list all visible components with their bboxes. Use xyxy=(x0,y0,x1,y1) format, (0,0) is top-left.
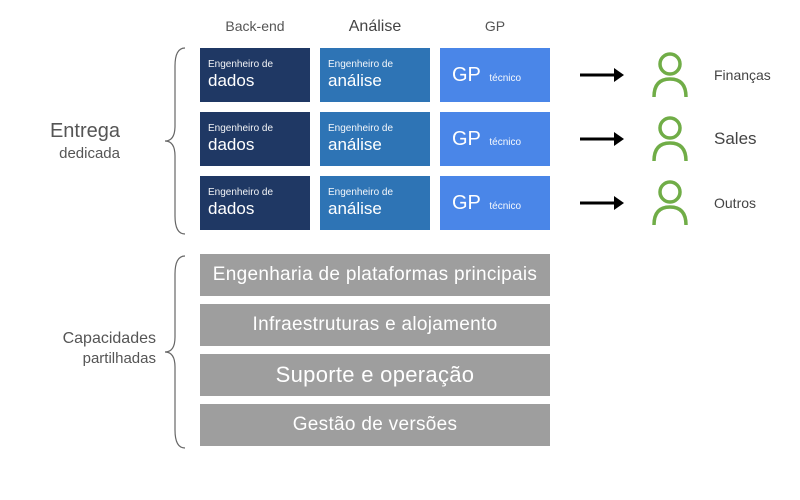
team-row: Engenheiro de dados Engenheiro de anális… xyxy=(200,112,771,166)
shared-capabilities: Engenharia de plataformas principais Inf… xyxy=(200,254,550,446)
brace-shared-icon xyxy=(160,254,190,450)
team-box-pm: GP técnico xyxy=(440,48,550,102)
team-box-analysis: Engenheiro de análise xyxy=(320,176,430,230)
team-box-subtitle: Engenheiro de xyxy=(328,123,422,134)
stakeholder-label: Finanças xyxy=(714,67,771,83)
shared-bar: Suporte e operação xyxy=(200,354,550,396)
team-box-title: análise xyxy=(328,135,422,155)
section-label-dedicated-line2: dedicada xyxy=(10,145,120,162)
team-box-analysis: Engenheiro de análise xyxy=(320,48,430,102)
person-icon xyxy=(650,51,690,99)
column-header-backend: Back-end xyxy=(200,18,310,36)
section-label-dedicated-line1: Entrega xyxy=(10,120,120,143)
team-box-title: GP xyxy=(452,128,481,151)
team-box-subtitle: técnico xyxy=(489,201,521,212)
team-row: Engenheiro de dados Engenheiro de anális… xyxy=(200,48,771,102)
team-box-subtitle: Engenheiro de xyxy=(208,123,302,134)
team-box-analysis: Engenheiro de análise xyxy=(320,112,430,166)
column-headers: Back-end Análise GP xyxy=(200,18,550,36)
team-grid: Engenheiro de dados Engenheiro de anális… xyxy=(200,48,771,230)
team-box-pm: GP técnico xyxy=(440,112,550,166)
team-box-backend: Engenheiro de dados xyxy=(200,112,310,166)
team-box-subtitle: Engenheiro de xyxy=(328,59,422,70)
column-header-pm: GP xyxy=(440,18,550,36)
person-icon xyxy=(650,179,690,227)
shared-bar: Infraestruturas e alojamento xyxy=(200,304,550,346)
team-box-backend: Engenheiro de dados xyxy=(200,48,310,102)
brace-dedicated-icon xyxy=(160,46,190,236)
section-label-dedicated: Entrega dedicada xyxy=(10,120,120,162)
section-label-shared-line1: Capacidades xyxy=(10,330,156,348)
team-box-title: análise xyxy=(328,199,422,219)
arrow-icon xyxy=(580,194,624,212)
team-box-pm: GP técnico xyxy=(440,176,550,230)
team-box-subtitle: Engenheiro de xyxy=(208,59,302,70)
team-box-subtitle: Engenheiro de xyxy=(328,187,422,198)
person-icon xyxy=(650,115,690,163)
team-box-subtitle: técnico xyxy=(489,73,521,84)
arrow-icon xyxy=(580,66,624,84)
arrow-icon xyxy=(580,130,624,148)
stakeholder-label: Sales xyxy=(714,129,757,149)
team-box-backend: Engenheiro de dados xyxy=(200,176,310,230)
team-box-title: dados xyxy=(208,135,302,155)
column-header-analysis: Análise xyxy=(320,18,430,36)
team-box-title: análise xyxy=(328,71,422,91)
shared-bar: Gestão de versões xyxy=(200,404,550,446)
section-label-shared-line2: partilhadas xyxy=(10,350,156,367)
team-box-subtitle: Engenheiro de xyxy=(208,187,302,198)
team-row: Engenheiro de dados Engenheiro de anális… xyxy=(200,176,771,230)
shared-bar: Engenharia de plataformas principais xyxy=(200,254,550,296)
stakeholder-label: Outros xyxy=(714,195,756,211)
section-label-shared: Capacidades partilhadas xyxy=(10,330,156,367)
team-box-title: dados xyxy=(208,71,302,91)
team-box-subtitle: técnico xyxy=(489,137,521,148)
team-box-title: dados xyxy=(208,199,302,219)
team-box-title: GP xyxy=(452,64,481,87)
team-box-title: GP xyxy=(452,192,481,215)
